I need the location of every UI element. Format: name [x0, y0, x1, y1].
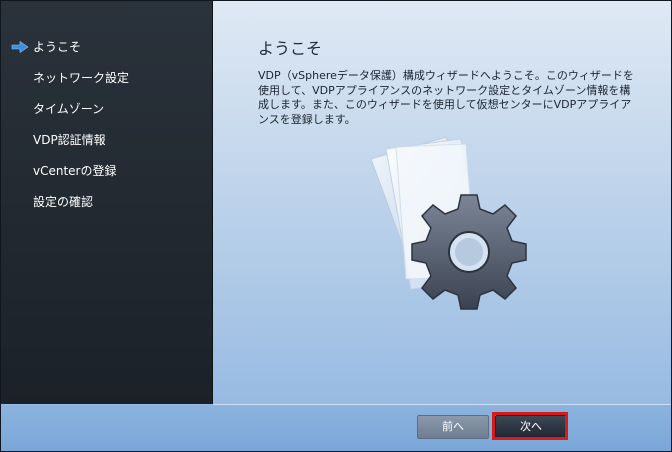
wizard-sidebar: ようこそ ネットワーク設定 タイムゾーン VDP認証情報 vCenterの登録 …	[1, 1, 213, 404]
page-title: ようこそ	[258, 39, 323, 58]
sidebar-item-label: タイムゾーン	[33, 102, 105, 116]
sidebar-item-credentials[interactable]: VDP認証情報	[1, 127, 212, 153]
next-button-highlight	[492, 412, 568, 440]
sidebar-item-vcenter[interactable]: vCenterの登録	[1, 158, 212, 184]
welcome-description: VDP（vSphereデータ保護）構成ウィザードへようこそ。このウィザードを使用…	[258, 69, 634, 126]
sidebar-item-label: 設定の確認	[33, 195, 94, 209]
sidebar-item-label: ようこそ	[33, 40, 82, 54]
sidebar-item-label: vCenterの登録	[33, 164, 117, 178]
sidebar-item-review[interactable]: 設定の確認	[1, 189, 212, 215]
sidebar-item-network[interactable]: ネットワーク設定	[1, 65, 212, 91]
gear-document-icon	[370, 136, 527, 310]
sidebar-item-timezone[interactable]: タイムゾーン	[1, 96, 212, 122]
sidebar-item-label: ネットワーク設定	[33, 71, 130, 85]
right-arrow-icon	[11, 41, 29, 53]
sidebar-item-welcome[interactable]: ようこそ	[1, 34, 212, 60]
wizard-window: ようこそ ネットワーク設定 タイムゾーン VDP認証情報 vCenterの登録 …	[0, 0, 672, 452]
prev-button[interactable]: 前へ	[417, 415, 489, 439]
wizard-footer	[1, 405, 671, 451]
sidebar-item-label: VDP認証情報	[33, 133, 106, 147]
